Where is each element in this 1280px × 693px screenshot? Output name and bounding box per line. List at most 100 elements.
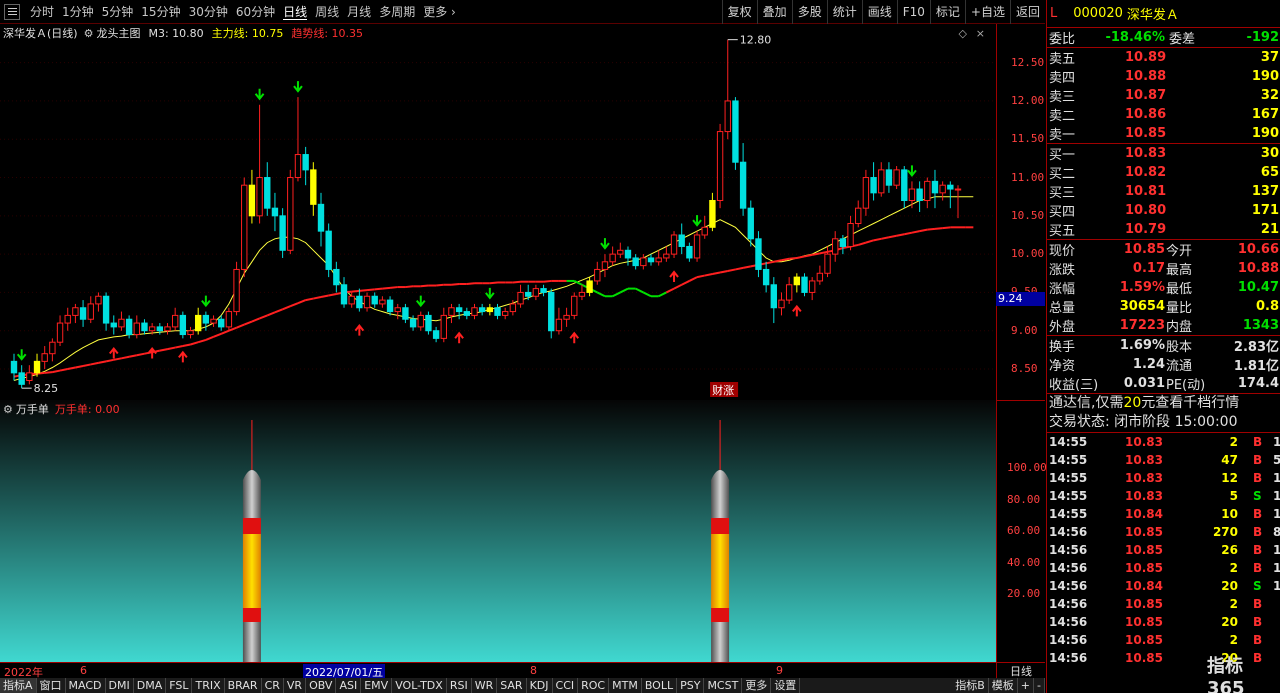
candle	[878, 162, 885, 197]
indicator-tab-dmi[interactable]: DMI	[106, 678, 134, 693]
candle	[210, 315, 217, 327]
indicator-tab-mtm[interactable]: MTM	[609, 678, 642, 693]
period-8[interactable]: 月线	[343, 3, 375, 20]
trend-line-segment	[865, 239, 874, 244]
price-tick: 9.00	[1011, 323, 1038, 337]
indicator-tab-boll[interactable]: BOLL	[642, 678, 678, 693]
indicator-tab-right-1[interactable]: 模板	[989, 678, 1018, 693]
indicator-tab-kdj[interactable]: KDJ	[527, 678, 553, 693]
candle	[102, 292, 110, 331]
period-5[interactable]: 60分钟	[232, 3, 279, 20]
indicator-tab-vr[interactable]: VR	[284, 678, 307, 693]
period-button[interactable]: 日线	[996, 663, 1045, 678]
indicator-tab-cr[interactable]: CR	[262, 678, 284, 693]
tick-count: 1	[1273, 579, 1280, 593]
order-price: 10.83	[1125, 146, 1167, 161]
trend-line-segment	[67, 366, 76, 371]
tick-volume: 26	[1221, 543, 1238, 557]
tool-button-1[interactable]: 叠加	[756, 0, 792, 24]
indicator-tab-cci[interactable]: CCI	[553, 678, 579, 693]
indicator-tab-dma[interactable]: DMA	[134, 678, 167, 693]
indicator-tab-设置[interactable]: 设置	[771, 678, 801, 693]
indicator-tab-指标a[interactable]: 指标A	[0, 678, 37, 693]
candle	[693, 231, 701, 262]
gear-icon[interactable]: ⚙	[0, 403, 16, 416]
trend-line-segment	[236, 323, 245, 329]
sub-indicator-name[interactable]: 万手单	[16, 401, 49, 417]
trend-line-segment	[619, 287, 629, 294]
volume-indicator-chart[interactable]	[0, 400, 996, 662]
candle	[502, 307, 509, 320]
indicator-tab-obv[interactable]: OBV	[306, 678, 337, 693]
order-volume: 190	[1251, 69, 1279, 84]
indicator-tab-right-2[interactable]: +	[1018, 678, 1035, 693]
indicator-tab-wr[interactable]: WR	[472, 678, 498, 693]
buys-row: 买二 10.82 65	[1047, 163, 1280, 182]
period-10[interactable]: 更多 ›	[419, 3, 460, 20]
candle	[241, 177, 248, 278]
stat-value-2: 174.4	[1237, 376, 1279, 391]
tool-button-4[interactable]: 画线	[861, 0, 897, 24]
candle	[333, 261, 340, 293]
period-7[interactable]: 周线	[311, 3, 343, 20]
indicator-tab-emv[interactable]: EMV	[361, 678, 393, 693]
price-tick: 8.50	[1011, 362, 1038, 376]
candle	[617, 242, 624, 258]
candle	[555, 307, 563, 335]
indicator-tab-更多[interactable]: 更多	[742, 678, 772, 693]
period-label: 1分钟	[62, 5, 94, 19]
tool-button-2[interactable]: 多股	[791, 0, 827, 24]
indicator-tab-roc[interactable]: ROC	[578, 678, 610, 693]
period-1[interactable]: 1分钟	[58, 3, 98, 20]
stat-value-2: 10.66	[1237, 242, 1279, 257]
tool-button-5[interactable]: F10	[896, 0, 930, 24]
candle	[440, 307, 447, 343]
candle	[517, 284, 524, 308]
menu-icon[interactable]	[4, 3, 20, 20]
stat-value: 0.17	[1132, 261, 1165, 276]
period-label: 15分钟	[141, 5, 181, 19]
indicator-tab-right-3[interactable]: -	[1034, 678, 1045, 693]
tick-time: 14:55	[1049, 471, 1088, 485]
indicator-tab-macd[interactable]: MACD	[66, 678, 106, 693]
period-4[interactable]: 30分钟	[185, 3, 232, 20]
indicator-tab-brar[interactable]: BRAR	[225, 678, 262, 693]
candle	[471, 303, 478, 320]
period-3[interactable]: 15分钟	[137, 3, 184, 20]
indicator-tab-sar[interactable]: SAR	[497, 678, 527, 693]
indicator-tab-right-0[interactable]: 指标B	[952, 678, 989, 693]
indicator-tab-窗口[interactable]: 窗口	[37, 678, 66, 693]
tick-time: 14:55	[1049, 435, 1088, 449]
period-2[interactable]: 5分钟	[98, 3, 138, 20]
tick-side: S	[1253, 489, 1262, 503]
indicator-tab-asi[interactable]: ASI	[336, 678, 362, 693]
stat-value-2: 1343	[1242, 318, 1279, 333]
candle	[133, 315, 140, 339]
tool-button-6[interactable]: 标记	[929, 0, 965, 24]
tool-button-8[interactable]: 返回	[1009, 0, 1045, 24]
tool-button-7[interactable]: +自选	[964, 0, 1010, 24]
period-9[interactable]: 多周期	[375, 3, 419, 20]
tick-volume: 12	[1221, 471, 1238, 485]
indicator-tab-mcst[interactable]: MCST	[704, 678, 743, 693]
indicator-tab-trix[interactable]: TRIX	[192, 678, 225, 693]
candle	[647, 254, 655, 266]
candlestick-chart[interactable]: 12.80 8.25 财涨	[0, 24, 996, 400]
stat-label: 现价	[1049, 244, 1076, 259]
tool-button-0[interactable]: 复权	[721, 0, 757, 24]
indicator-tab-psy[interactable]: PSY	[677, 678, 705, 693]
tool-button-3[interactable]: 统计	[826, 0, 862, 24]
indicator-tab-vol-tdx[interactable]: VOL-TDX	[392, 678, 447, 693]
period-0[interactable]: 分时	[26, 3, 58, 20]
period-6[interactable]: 日线	[279, 3, 311, 20]
tick-price: 10.84	[1125, 579, 1163, 593]
trend-line-segment	[873, 237, 882, 242]
event-marker: 财涨	[712, 383, 734, 397]
indicator-tab-fsl[interactable]: FSL	[166, 678, 193, 693]
indicator-tab-rsi[interactable]: RSI	[447, 678, 472, 693]
level2-banner[interactable]: 通达信,仅需20元查看千档行情	[1047, 393, 1280, 412]
trend-line-segment	[359, 289, 368, 292]
candle	[110, 315, 117, 335]
trend-line-segment	[451, 283, 460, 286]
tick-list[interactable]: 14:5510.832B114:5510.8347B514:5510.8312B…	[1047, 433, 1280, 667]
